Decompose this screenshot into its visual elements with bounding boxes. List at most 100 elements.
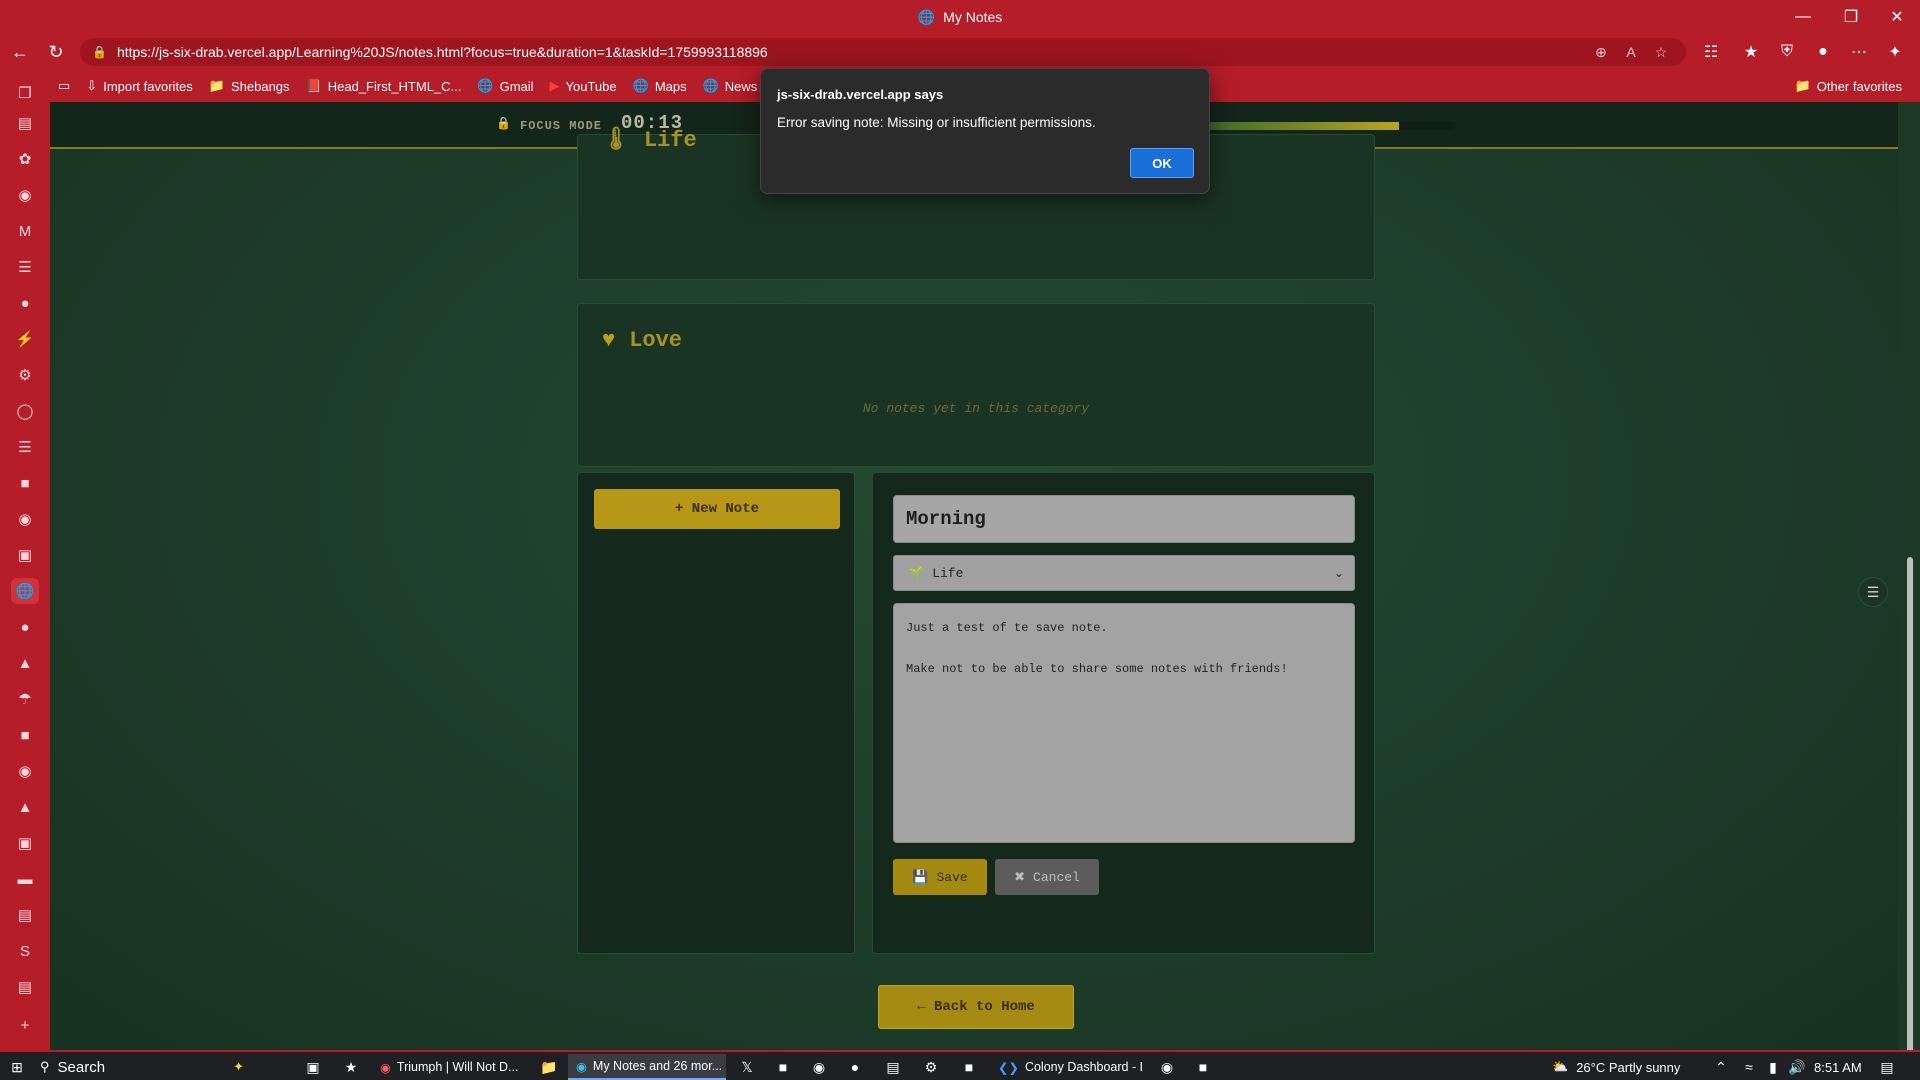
app-icon[interactable]: ▬: [11, 866, 39, 892]
page-scrollbar[interactable]: [1898, 102, 1920, 1080]
taskbar-app-my-notes[interactable]: ◉ My Notes and 26 mor...: [568, 1054, 726, 1080]
profile-avatar[interactable]: ●: [1810, 41, 1836, 63]
file-explorer-icon[interactable]: 📁: [536, 1056, 562, 1078]
scrollbar-thumb[interactable]: [1907, 557, 1913, 1080]
sparkle-icon: ✦: [233, 1059, 244, 1074]
category-title: Love: [629, 328, 683, 353]
settings-icon[interactable]: ⚙: [11, 362, 39, 388]
address-bar[interactable]: 🔒 https://js-six-drab.vercel.app/Learnin…: [80, 38, 1686, 66]
focus-progress-bar: [1208, 122, 1456, 130]
github-icon[interactable]: ◉: [11, 758, 39, 784]
read-aloud-icon[interactable]: A: [1620, 42, 1642, 62]
note-body-textarea[interactable]: Just a test of te save note. Make not to…: [893, 603, 1355, 843]
app-icon[interactable]: ⚡: [11, 326, 39, 352]
restore-button[interactable]: ❐: [1828, 0, 1874, 34]
taskbar-app-colony[interactable]: ❮❯Colony Dashboard - L...: [990, 1054, 1142, 1080]
copilot-icon[interactable]: ✦: [1882, 41, 1908, 63]
discord-icon[interactable]: ◉: [1154, 1056, 1180, 1078]
app-icon[interactable]: ■: [1190, 1056, 1216, 1078]
gmail-icon[interactable]: M: [11, 218, 39, 244]
image-icon[interactable]: ▣: [11, 542, 39, 568]
alert-ok-button[interactable]: OK: [1130, 148, 1194, 178]
volume-icon[interactable]: 🔊: [1784, 1056, 1810, 1078]
instagram-icon[interactable]: ▣: [11, 830, 39, 856]
fire-icon[interactable]: ▲: [11, 794, 39, 820]
cancel-button[interactable]: ✖ Cancel: [995, 859, 1099, 895]
browser-icon: ◉: [380, 1060, 391, 1075]
layers-icon[interactable]: ☰: [11, 254, 39, 280]
favorite-import[interactable]: ⇩ Import favorites: [78, 72, 201, 100]
site-info-icon[interactable]: 🔒: [92, 45, 107, 59]
favorite-news[interactable]: 🌐 News: [695, 72, 766, 100]
globe-icon: 🌐: [632, 78, 649, 93]
app-icon[interactable]: ✿: [11, 146, 39, 172]
document-icon[interactable]: ▤: [11, 974, 39, 1000]
notification-icon[interactable]: ▤: [1874, 1056, 1900, 1078]
app-icon[interactable]: ●: [11, 290, 39, 316]
s-icon[interactable]: S: [11, 938, 39, 964]
app-icon[interactable]: ★: [338, 1056, 364, 1078]
chrome-icon[interactable]: ◉: [806, 1056, 832, 1078]
favorite-head-first[interactable]: 📕 Head_First_HTML_C...: [298, 72, 470, 100]
triangle-icon[interactable]: ▲: [11, 650, 39, 676]
document-icon[interactable]: ▤: [11, 902, 39, 928]
edge-icon: ◉: [576, 1059, 587, 1074]
extensions-icon[interactable]: ☷: [1698, 41, 1724, 63]
tab-actions-icon[interactable]: ▭: [50, 72, 78, 100]
app-icon[interactable]: ■: [11, 470, 39, 496]
favorite-gmail[interactable]: 🌐 Gmail: [469, 72, 541, 100]
category-select[interactable]: 🌱 Life ⌄: [893, 555, 1355, 591]
save-button[interactable]: 💾 Save: [893, 859, 987, 895]
docs-icon[interactable]: ▤: [11, 110, 39, 136]
app-icon[interactable]: ◯: [11, 398, 39, 424]
github-icon[interactable]: ◉: [11, 506, 39, 532]
favorite-star-icon[interactable]: ☆: [1650, 42, 1672, 62]
app-icon[interactable]: ◉: [11, 182, 39, 208]
task-view-icon[interactable]: ▣: [300, 1056, 326, 1078]
favorite-youtube[interactable]: ▶ YouTube: [542, 72, 625, 100]
app-icon[interactable]: ■: [11, 722, 39, 748]
new-note-button[interactable]: + New Note: [594, 489, 840, 529]
taskbar-search[interactable]: ⚲ Search ✦: [40, 1052, 280, 1080]
back-to-home-button[interactable]: ← Back to Home: [878, 985, 1074, 1029]
zoom-icon[interactable]: ⊕: [1590, 42, 1612, 62]
sidebar-menu-icon[interactable]: ☰: [1858, 577, 1888, 607]
app-icon[interactable]: ●: [11, 614, 39, 640]
globe-icon[interactable]: 🌐: [11, 578, 39, 604]
favorites-icon[interactable]: ★: [1738, 41, 1764, 63]
wifi-icon[interactable]: ≈: [1736, 1056, 1762, 1078]
windows-start-icon[interactable]: ⊞: [4, 1056, 30, 1078]
app-icon[interactable]: ■: [770, 1056, 796, 1078]
clock[interactable]: 8:51 AM: [1814, 1052, 1862, 1080]
note-title-input[interactable]: Morning: [893, 495, 1355, 543]
app-icon[interactable]: ⚙: [918, 1056, 944, 1078]
terminal-icon[interactable]: ▤: [880, 1056, 906, 1078]
add-icon[interactable]: +: [11, 1012, 39, 1038]
favorite-maps[interactable]: 🌐 Maps: [625, 72, 695, 100]
stack-icon[interactable]: ☰: [11, 434, 39, 460]
taskbar-app-triumph[interactable]: ◉ Triumph | Will Not D...: [372, 1054, 524, 1080]
close-window-button[interactable]: ✕: [1874, 0, 1920, 34]
notes-page: 🔒 FOCUS MODE 00:13 🌡Life No notes yet in…: [50, 102, 1898, 1050]
focus-progress-fill: [1208, 122, 1399, 130]
weather-widget[interactable]: ⛅ 26°C Partly sunny: [1552, 1052, 1680, 1080]
x-icon[interactable]: 𝕏: [734, 1056, 760, 1078]
import-icon: ⇩: [86, 78, 98, 93]
folder-icon: 📁: [1794, 78, 1811, 93]
window-title: My Notes: [943, 9, 1003, 25]
globe-icon: 🌐: [917, 8, 936, 25]
chevron-up-icon[interactable]: ⌃: [1708, 1056, 1734, 1078]
refresh-icon[interactable]: ↻: [42, 40, 70, 64]
shield-icon[interactable]: ⛨: [1774, 41, 1800, 63]
minimize-button[interactable]: —: [1780, 0, 1826, 34]
back-icon[interactable]: ←: [6, 40, 34, 64]
more-icon[interactable]: ⋯: [1846, 41, 1872, 63]
focus-mode-label: FOCUS MODE: [520, 119, 603, 133]
favorite-shebangs[interactable]: 📁 Shebangs: [201, 72, 298, 100]
sticky-notes-icon[interactable]: ■: [956, 1056, 982, 1078]
battery-icon[interactable]: ▮: [1760, 1056, 1786, 1078]
tabs-icon[interactable]: ❐: [11, 80, 39, 106]
app-icon[interactable]: ☂: [11, 686, 39, 712]
other-favorites[interactable]: 📁 Other favorites: [1787, 72, 1910, 100]
app-icon[interactable]: ●: [842, 1056, 868, 1078]
